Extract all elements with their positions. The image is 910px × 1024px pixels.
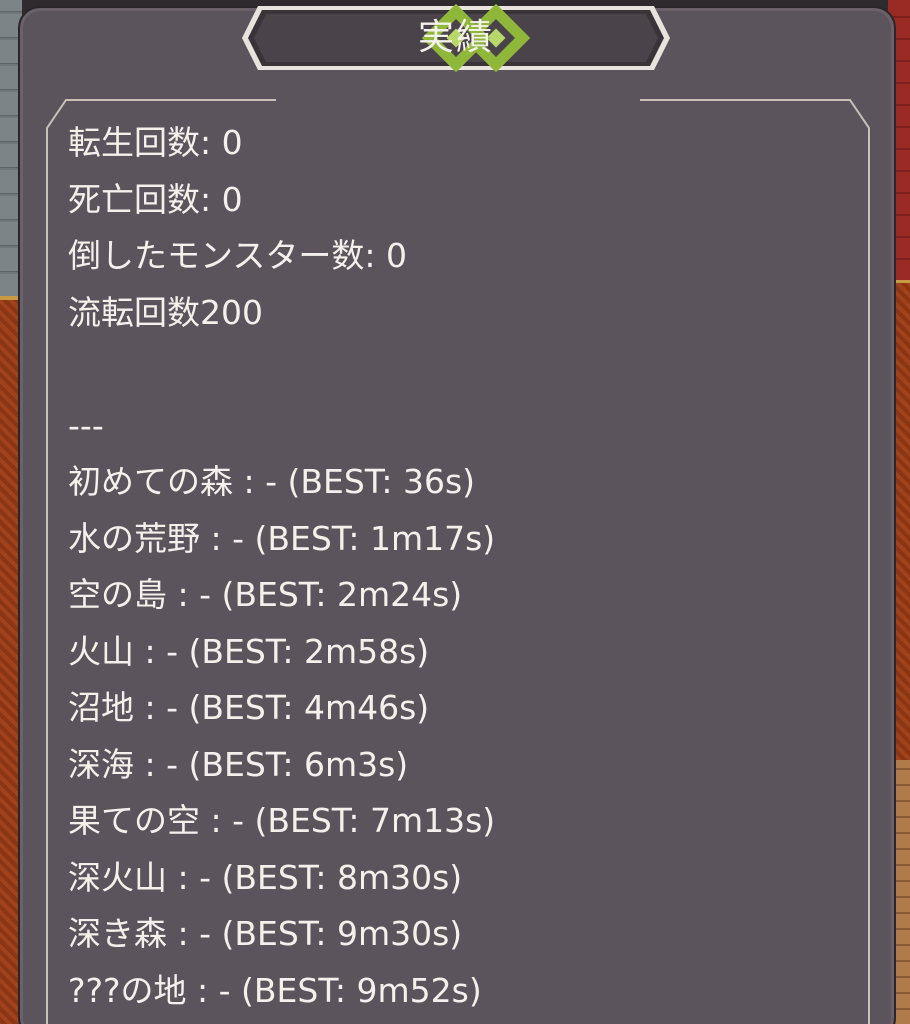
record-area: ???の地 : - (BEST: 9m52s) [68,970,482,1010]
record-area: 深火山 : - (BEST: 8m30s) [68,857,463,897]
record-area: 空の島 : - (BEST: 2m24s) [68,575,463,614]
achievements-stats: 転生回数: 0 死亡回数: 0 倒したモンスター数: 0 流転回数200 ---… [68,115,848,1019]
stat-rutenkaisu: 流転回数200 [68,292,263,332]
record-area: 火山 : - (BEST: 2m58s) [68,631,430,671]
record-area: 水の荒野 : - (BEST: 1m17s) [68,518,496,558]
record-area: 深き森 : - (BEST: 9m30s) [68,914,463,953]
record-area: 初めての森 : - (BEST: 36s) [68,462,476,501]
record-area: 沼地 : - (BEST: 4m46s) [68,688,430,727]
stat-reincarnations: 転生回数: 0 [68,123,243,162]
separator: --- [68,405,104,445]
record-area: 果ての空 : - (BEST: 7m13s) [68,801,496,840]
dialog-title: 実績 [417,17,494,58]
stat-monsters-defeated: 倒したモンスター数: 0 [68,236,407,275]
title-plate: 実績 [236,0,676,76]
record-area: 深海 : - (BEST: 6m3s) [68,744,409,784]
stat-deaths: 死亡回数: 0 [68,179,243,219]
